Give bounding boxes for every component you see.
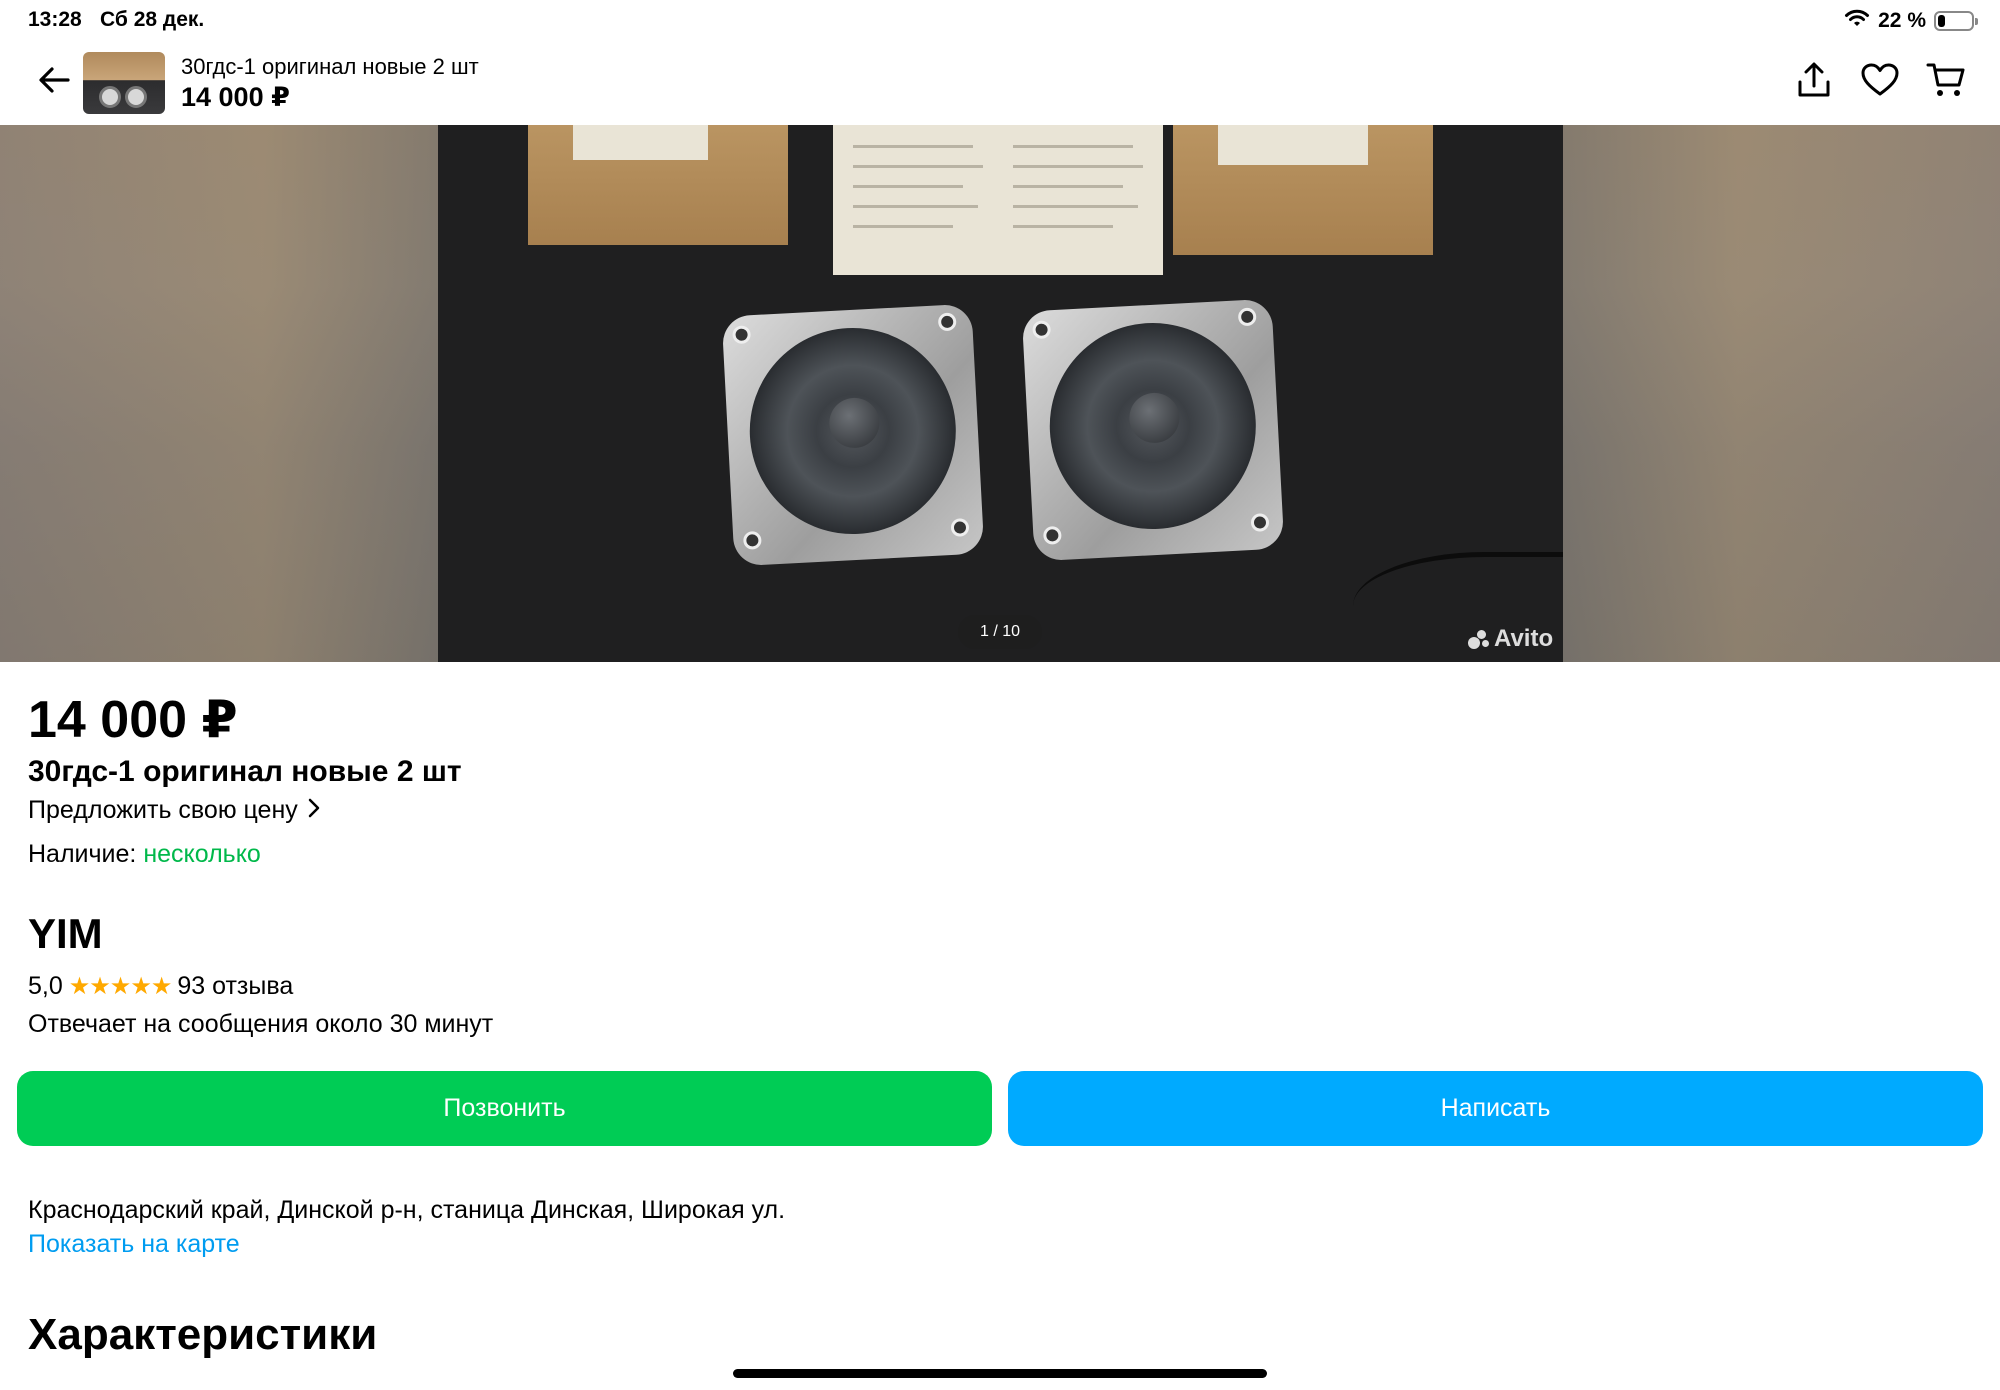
top-bar-actions (1792, 60, 1968, 104)
battery-percent: 22 % (1878, 9, 1926, 32)
share-icon (1797, 62, 1831, 103)
photo-label-left (573, 125, 708, 160)
avito-logo-icon (1468, 629, 1490, 649)
avito-watermark: Avito (1468, 625, 1553, 653)
availability-label: Наличие: (28, 840, 137, 868)
cart-button[interactable] (1924, 60, 1968, 104)
favorite-button[interactable] (1858, 60, 1902, 104)
availability-value: несколько (143, 840, 261, 868)
photo-counter: 1 / 10 (958, 615, 1042, 649)
status-time: 13:28 (28, 8, 82, 31)
top-bar-price: 14 000 ₽ (181, 82, 290, 112)
gallery-blur-left (0, 125, 438, 662)
photo-speaker-right (1021, 298, 1285, 562)
offer-price-link[interactable]: Предложить свою цену (28, 796, 320, 825)
top-bar-title: 30гдс-1 оригинал новые 2 шт (181, 54, 479, 79)
home-indicator[interactable] (733, 1369, 1267, 1378)
photo-speaker-left (721, 303, 985, 567)
share-button[interactable] (1792, 60, 1836, 104)
photo-passport-document (833, 125, 1163, 275)
seller-name[interactable]: YIM (28, 910, 103, 958)
listing-price: 14 000 ₽ (28, 691, 238, 749)
gallery-blur-right (1563, 125, 2000, 662)
message-button[interactable]: Написать (1008, 1071, 1983, 1146)
battery-icon (1934, 11, 1978, 31)
top-bar: 30гдс-1 оригинал новые 2 шт 14 000 ₽ (0, 40, 2000, 125)
show-on-map-link[interactable]: Показать на карте (28, 1230, 240, 1259)
rating-stars-icon: ★★★★★ (68, 973, 173, 1000)
heart-icon (1861, 63, 1899, 102)
chevron-right-icon (308, 796, 320, 825)
back-button[interactable] (30, 60, 78, 104)
cart-icon (1926, 61, 1966, 104)
thumbnail-speaker-right (125, 86, 147, 108)
status-indicators: 22 % (1844, 8, 1978, 34)
listing-address: Краснодарский край, Динской р-н, станица… (28, 1196, 786, 1224)
listing-title: 30гдс-1 оригинал новые 2 шт (28, 755, 462, 788)
characteristics-heading: Характеристики (28, 1310, 378, 1359)
rating-value: 5,0 (28, 972, 63, 1000)
offer-price-label: Предложить свою цену (28, 796, 298, 824)
call-button[interactable]: Позвонить (17, 1071, 992, 1146)
wifi-icon (1844, 8, 1870, 34)
status-date: Сб 28 дек. (100, 8, 205, 31)
photo-label-right (1218, 125, 1368, 165)
battery-level (1938, 15, 1945, 27)
back-arrow-icon (37, 65, 71, 100)
seller-response-time: Отвечает на сообщения около 30 минут (28, 1010, 494, 1038)
photo-gallery[interactable]: 1 / 10 Avito (0, 125, 2000, 662)
thumbnail-speaker-left (99, 86, 121, 108)
photo-speaker-cone-right (1044, 317, 1262, 535)
availability: Наличие: несколько (28, 840, 261, 869)
status-bar: 13:28 Сб 28 дек. 22 % (0, 0, 2000, 40)
listing-photo[interactable]: 1 / 10 Avito (438, 125, 1563, 662)
avito-watermark-text: Avito (1494, 625, 1554, 652)
photo-speaker-cone-left (744, 322, 962, 540)
seller-rating[interactable]: 5,0 ★★★★★ 93 отзыва (28, 972, 293, 1001)
listing-thumbnail[interactable] (83, 52, 165, 114)
reviews-count: 93 отзыва (177, 972, 294, 1000)
